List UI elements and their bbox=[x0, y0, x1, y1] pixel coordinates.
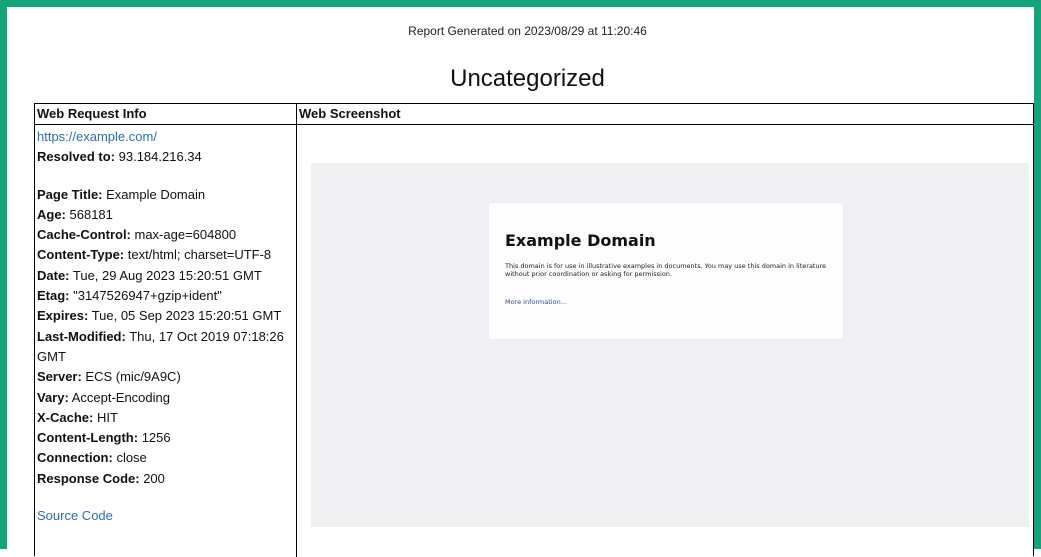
header-row-response-code: Response Code: 200 bbox=[37, 469, 293, 489]
header-key: Content-Length: bbox=[37, 430, 139, 446]
header-key: Age: bbox=[37, 206, 66, 222]
web-screenshot-cell: Example Domain This domain is for use in… bbox=[297, 125, 1033, 557]
example-domain-card: Example Domain This domain is for use in… bbox=[489, 203, 843, 339]
screenshot-more-info-link: More information... bbox=[505, 298, 567, 306]
table-header-row: Web Request Info Web Screenshot bbox=[35, 104, 1033, 125]
header-value: "3147526947+gzip+ident" bbox=[69, 288, 222, 304]
header-row-connection: Connection: close bbox=[37, 448, 293, 468]
header-row-date: Date: Tue, 29 Aug 2023 15:20:51 GMT bbox=[37, 266, 293, 286]
header-row-etag: Etag: "3147526947+gzip+ident" bbox=[37, 286, 293, 306]
header-value: 568181 bbox=[65, 206, 113, 222]
result-table: Web Request Info Web Screenshot https://… bbox=[34, 103, 1034, 557]
web-request-info-header: Web Request Info bbox=[37, 106, 147, 121]
header-row-content-length: Content-Length: 1256 bbox=[37, 428, 293, 448]
header-row-vary: Vary: Accept-Encoding bbox=[37, 388, 293, 408]
header-value: close bbox=[112, 450, 147, 466]
header-key: Response Code: bbox=[37, 470, 140, 486]
header-row-age: Age: 568181 bbox=[37, 205, 293, 225]
header-key: X-Cache: bbox=[37, 409, 94, 425]
header-key: Vary: bbox=[37, 389, 69, 405]
screenshot-page-title: Example Domain bbox=[505, 231, 656, 250]
header-value: Example Domain bbox=[102, 186, 206, 202]
header-value: ECS (mic/9A9C) bbox=[81, 369, 181, 385]
header-key: Connection: bbox=[37, 450, 113, 466]
header-value: Tue, 29 Aug 2023 15:20:51 GMT bbox=[69, 267, 262, 283]
header-value: Accept-Encoding bbox=[68, 389, 170, 405]
header-key: Page Title: bbox=[37, 186, 103, 202]
report-generated-line: Report Generated on 2023/08/29 at 11:20:… bbox=[408, 24, 647, 38]
url-link[interactable]: https://example.com/ bbox=[37, 129, 157, 144]
header-value: max-age=604800 bbox=[130, 227, 237, 243]
resolved-row: Resolved to: 93.184.216.34 bbox=[37, 147, 293, 167]
header-value: 200 bbox=[139, 470, 165, 486]
resolved-key: Resolved to: bbox=[37, 149, 116, 165]
header-row-expires: Expires: Tue, 05 Sep 2023 15:20:51 GMT bbox=[37, 306, 293, 326]
header-key: Expires: bbox=[37, 308, 89, 324]
header-value: text/html; charset=UTF-8 bbox=[124, 247, 272, 263]
screenshot-image[interactable]: Example Domain This domain is for use in… bbox=[311, 163, 1029, 527]
header-key: Etag: bbox=[37, 288, 70, 304]
header-value: Tue, 05 Sep 2023 15:20:51 GMT bbox=[88, 308, 282, 324]
header-row-cache-control: Cache-Control: max-age=604800 bbox=[37, 225, 293, 245]
report-frame: Report Generated on 2023/08/29 at 11:20:… bbox=[0, 0, 1041, 557]
header-row-page-title: Page Title: Example Domain bbox=[37, 185, 293, 205]
header-key: Content-Type: bbox=[37, 247, 125, 263]
source-code-link[interactable]: Source Code bbox=[37, 508, 113, 523]
screenshot-page-body: This domain is for use in illustrative e… bbox=[505, 262, 827, 278]
header-key: Cache-Control: bbox=[37, 227, 131, 243]
header-key: Last-Modified: bbox=[37, 328, 126, 344]
web-request-info-cell: https://example.com/ Resolved to: 93.184… bbox=[37, 127, 293, 526]
header-row-server: Server: ECS (mic/9A9C) bbox=[37, 367, 293, 387]
header-key: Server: bbox=[37, 369, 82, 385]
header-row-content-type: Content-Type: text/html; charset=UTF-8 bbox=[37, 245, 293, 265]
resolved-value: 93.184.216.34 bbox=[115, 149, 202, 165]
web-screenshot-header: Web Screenshot bbox=[299, 106, 401, 121]
header-value: HIT bbox=[93, 409, 118, 425]
category-heading: Uncategorized bbox=[450, 65, 605, 92]
header-value: 1256 bbox=[138, 430, 171, 446]
header-key: Date: bbox=[37, 267, 70, 283]
header-row-last-modified: Last-Modified: Thu, 17 Oct 2019 07:18:26… bbox=[37, 327, 293, 368]
header-row-x-cache: X-Cache: HIT bbox=[37, 408, 293, 428]
